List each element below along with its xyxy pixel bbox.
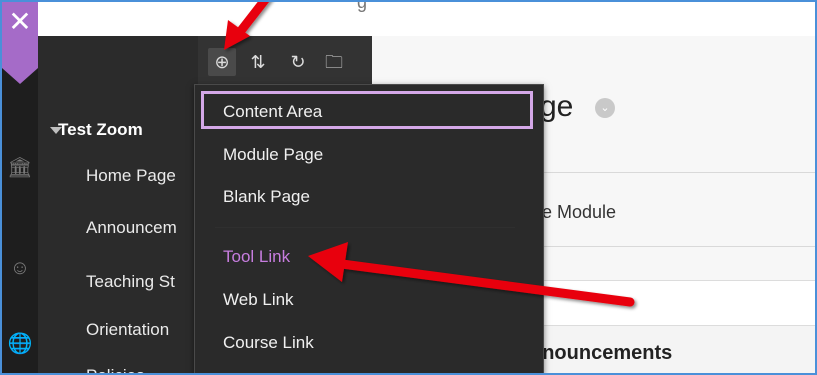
dropdown-item-course-link[interactable]: Course Link (223, 333, 314, 353)
announcements-label[interactable]: nnouncements (530, 342, 672, 365)
dropdown-divider (215, 227, 515, 228)
close-menu-button[interactable]: ✕ (2, 2, 38, 68)
menu-item-teaching[interactable]: Teaching St (86, 272, 175, 292)
dropdown-item-blank-page[interactable]: Blank Page (223, 187, 310, 207)
page-title: ge (540, 90, 574, 123)
close-tab-pointer (2, 68, 38, 84)
icon-rail: 🏛 ☺ 🌐 (2, 36, 38, 373)
menu-item-orientation[interactable]: Orientation (86, 320, 169, 340)
folder-icon[interactable]: 🗀 (320, 48, 348, 76)
menu-item-home[interactable]: Home Page (86, 166, 176, 186)
close-x-icon: ✕ (8, 6, 32, 37)
institution-icon[interactable]: 🏛 (6, 154, 34, 182)
dropdown-item-content-area[interactable]: Content Area (223, 102, 322, 122)
globe-icon[interactable]: 🌐 (6, 330, 34, 358)
module-label: e Module (542, 202, 617, 222)
chevron-down-icon[interactable]: ⌄ (595, 98, 615, 118)
screenshot-frame: g ge ⌄ e Module nnouncements 🏛 ☺ 🌐 ✕ ⊕ ⇅… (0, 0, 817, 375)
course-title[interactable]: Test Zoom (58, 120, 143, 140)
menu-item-policies[interactable]: Policies (86, 366, 145, 373)
add-menu-dropdown: Content Area Module Page Blank Page Tool… (194, 84, 544, 373)
user-icon[interactable]: ☺ (6, 254, 34, 282)
dropdown-item-module-page[interactable]: Module Page (223, 145, 323, 165)
course-menu-toolbar: ⊕ ⇅ ↻ 🗀 (198, 36, 372, 86)
sort-arrows-icon[interactable]: ⇅ (244, 48, 272, 76)
top-bar: g (2, 2, 815, 36)
menu-item-announcements[interactable]: Announcem (86, 218, 177, 238)
top-bar-text: g (357, 0, 368, 12)
dropdown-item-web-link[interactable]: Web Link (223, 290, 294, 310)
add-circle-icon[interactable]: ⊕ (208, 48, 236, 76)
dropdown-item-tool-link[interactable]: Tool Link (223, 247, 290, 267)
refresh-icon[interactable]: ↻ (284, 48, 312, 76)
